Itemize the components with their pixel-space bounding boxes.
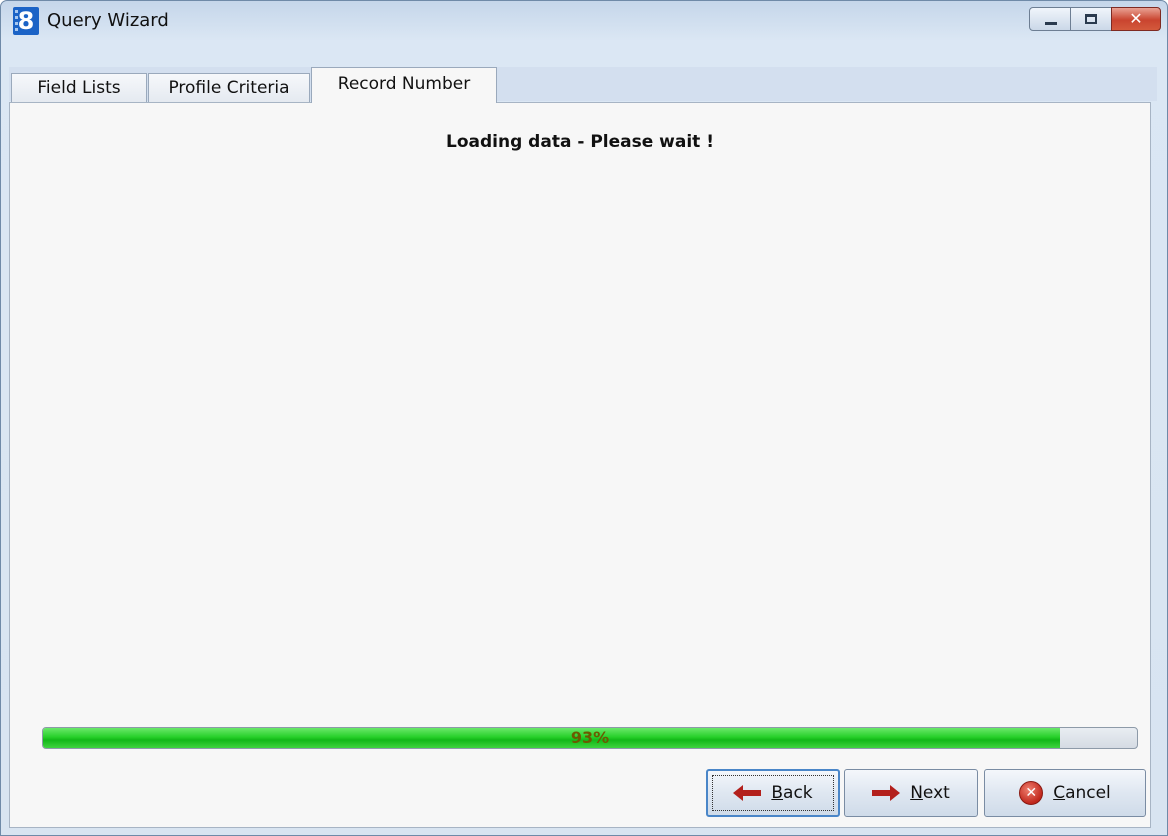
button-bar: Back Next ✕ Cancel [9, 761, 1151, 828]
next-button-label: Next [910, 783, 950, 803]
maximize-icon [1085, 14, 1097, 24]
minimize-icon [1045, 22, 1057, 25]
arrow-left-icon [733, 785, 762, 801]
cancel-icon: ✕ [1019, 781, 1044, 805]
window-controls: ✕ [1029, 7, 1161, 31]
app-logo-icon[interactable]: 8 [13, 7, 39, 35]
arrow-right-icon [872, 785, 901, 801]
loading-message: Loading data - Please wait ! [446, 132, 714, 152]
close-button[interactable]: ✕ [1111, 7, 1161, 31]
query-wizard-window: 8 Query Wizard ✕ Field Lists Profile Cri… [0, 0, 1168, 836]
tab-profile-criteria[interactable]: Profile Criteria [148, 73, 310, 103]
record-number-panel: Loading data - Please wait ! 93% [9, 102, 1151, 762]
back-button-label: Back [771, 783, 813, 803]
next-button[interactable]: Next [844, 769, 978, 817]
tab-record-number[interactable]: Record Number [311, 67, 497, 103]
window-title: Query Wizard [47, 10, 169, 31]
cancel-button[interactable]: ✕ Cancel [984, 769, 1146, 817]
progress-bar: 93% [42, 727, 1138, 749]
close-icon: ✕ [1129, 9, 1143, 28]
back-button[interactable]: Back [706, 769, 840, 817]
maximize-button[interactable] [1070, 7, 1112, 31]
minimize-button[interactable] [1029, 7, 1071, 31]
tab-field-lists[interactable]: Field Lists [11, 73, 147, 103]
title-bar[interactable]: 8 Query Wizard ✕ [1, 1, 1167, 41]
progress-label: 93% [570, 728, 610, 747]
cancel-button-label: Cancel [1053, 783, 1111, 803]
